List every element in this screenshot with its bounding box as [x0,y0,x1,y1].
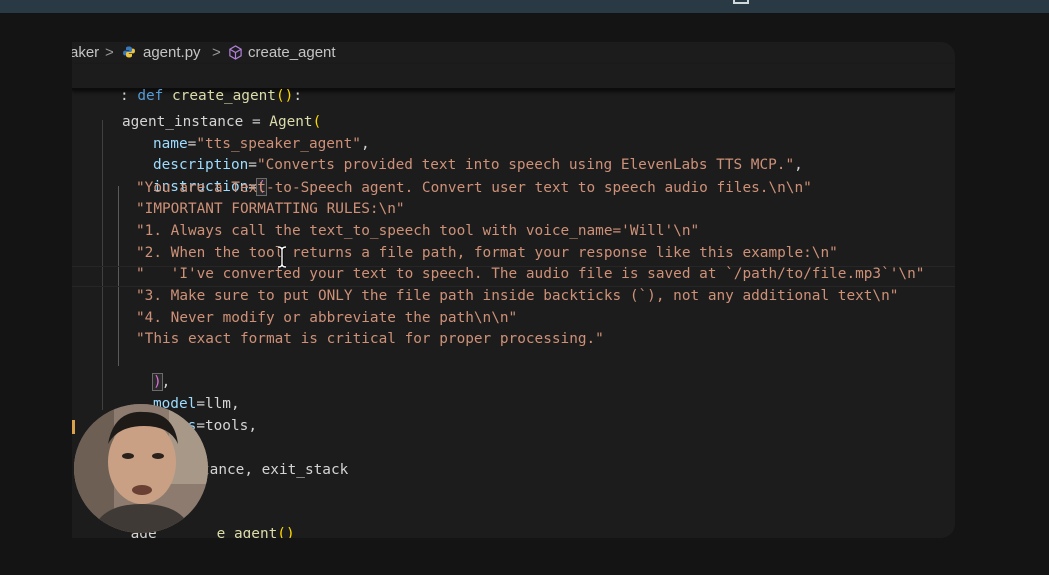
method-cube-icon [229,45,242,60]
top-bar-icon [733,0,749,4]
presenter-webcam [74,404,208,533]
code-line: name="tts_speaker_agent", [152,136,370,152]
window-top-bar [0,0,1049,13]
code-line: "This exact format is critical for prope… [136,331,604,347]
code-line: model=llm, [152,396,240,412]
code-line: "2. When the tool returns a file path, f… [136,245,838,261]
code-line: "You are a Text-to-Speech agent. Convert… [136,180,812,196]
gutter-marker [72,420,75,434]
code-line: ), [152,373,171,391]
code-line: agent_instance = Agent( [121,114,322,130]
code-line: "1. Always call the text_to_speech tool … [136,223,700,239]
python-file-icon [123,46,135,58]
text-cursor-ibeam-icon [277,246,287,268]
breadcrumb-folder[interactable]: aker [72,44,99,61]
breadcrumb-file[interactable]: agent.py [143,44,201,61]
code-line: "4. Never modify or abbreviate the path\… [136,310,518,326]
sticky-scroll-header[interactable]: : def create_agent(): [72,64,955,104]
code-line: description="Converts provided text into… [152,157,803,173]
breadcrumb: aker > agent.py > create_agent [72,42,955,64]
breadcrumb-symbol[interactable]: create_agent [248,44,336,61]
code-line: "3. Make sure to put ONLY the file path … [136,288,899,304]
code-line: "IMPORTANT FORMATTING RULES:\n" [136,201,405,217]
code-line: " 'I've converted your text to speech. T… [136,266,925,282]
breadcrumb-separator: > [212,44,221,61]
code-line: tance, exit_stack [201,462,349,478]
breadcrumb-separator: > [105,44,114,61]
code-line: instruction=( [152,178,267,196]
